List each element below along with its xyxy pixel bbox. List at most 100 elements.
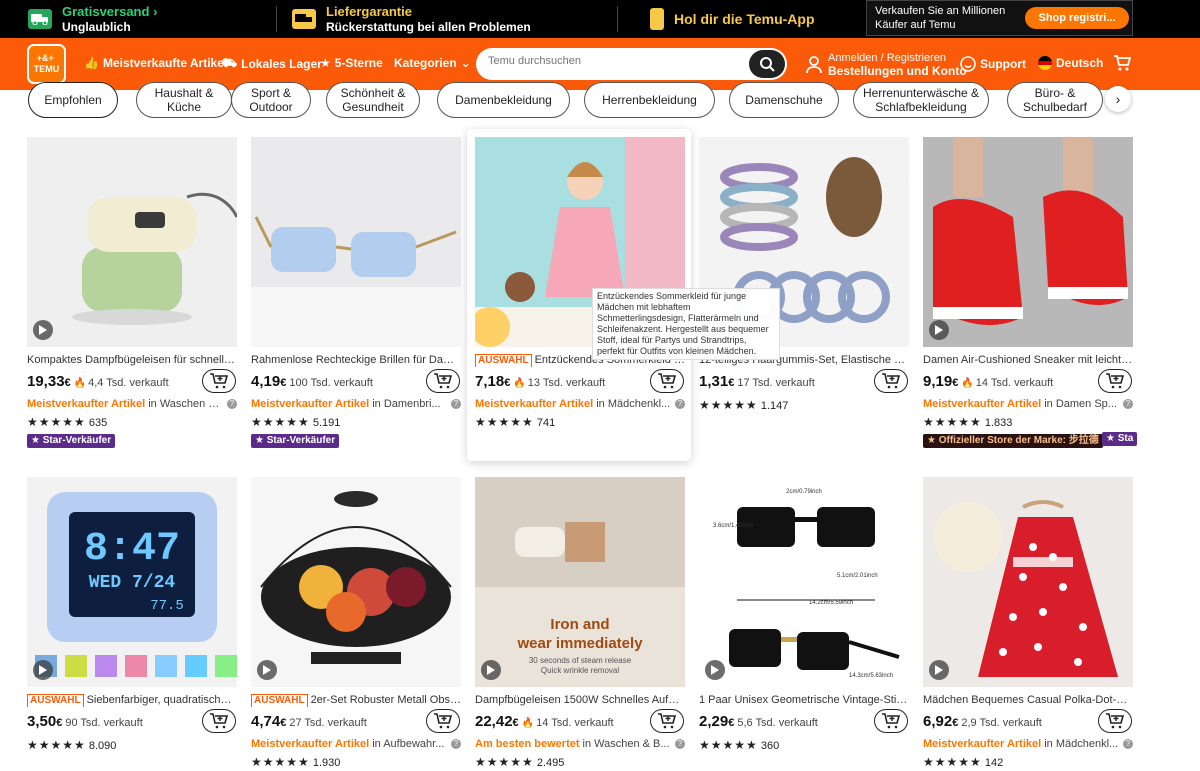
play-video-icon[interactable] [33, 320, 53, 340]
product-card[interactable]: Mädchen Bequemes Casual Polka-Dot-Klei..… [923, 477, 1133, 770]
category-pill[interactable]: Empfohlen [28, 82, 118, 118]
product-card[interactable]: 8:47 WED 7/24 77.5 AUSWAHL Siebenfarbiger, q… [27, 477, 237, 753]
info-icon[interactable]: ? [451, 739, 461, 749]
play-video-icon[interactable] [705, 660, 725, 680]
bestseller-row[interactable]: Meistverkaufter Artikel in Waschen &...? [27, 396, 237, 412]
add-to-cart-button[interactable] [426, 709, 460, 733]
product-image[interactable]: 2cm/0.79inch 3.6cm/1.42inch 5.1cm/2.01inch… [699, 477, 909, 687]
nav-bestsellers[interactable]: 👍 Meistverkaufte Artikel [84, 56, 227, 70]
search-input[interactable] [488, 55, 738, 67]
scroll-right-button[interactable]: › [1105, 86, 1131, 112]
category-pill[interactable]: Schönheit & Gesundheit [326, 82, 420, 118]
product-title-row[interactable]: 1 Paar Unisex Geometrische Vintage-Stil … [699, 693, 909, 707]
price-currency: € [280, 377, 287, 389]
product-card[interactable]: 12-teiliges Haargummis-Set, Elastische P… [699, 137, 909, 413]
seller-badge[interactable]: ★ Offizieller Store der Marke: 步拉德 [923, 434, 1103, 448]
review-count: 2.495 [536, 757, 565, 769]
product-title-row[interactable]: Rahmenlose Rechteckige Brillen für Damen… [251, 353, 461, 367]
seller-badge[interactable]: ★ Star-Verkäufer [251, 434, 340, 448]
category-pill[interactable]: Herrenunterwäsche & Schlafbekleidung [853, 82, 989, 118]
add-to-cart-button[interactable] [426, 369, 460, 393]
play-video-icon[interactable] [929, 320, 949, 340]
sold-count: 🔥 4,4 Tsd. verkauft [74, 377, 169, 389]
flame-icon: 🔥 [513, 378, 526, 389]
delivery-guarantee-promo[interactable]: Liefergarantie Rückerstattung bei allen … [292, 0, 531, 38]
account-menu[interactable]: Anmelden / Registrieren Bestellungen und… [806, 52, 967, 78]
add-to-cart-button[interactable] [1098, 709, 1132, 733]
review-count: 1.930 [312, 757, 341, 769]
info-icon[interactable]: ? [1123, 739, 1133, 749]
info-icon[interactable]: ? [675, 739, 685, 749]
free-shipping-promo[interactable]: Gratisversand › Unglaublich [28, 0, 157, 38]
add-to-cart-button[interactable] [874, 709, 908, 733]
free-shipping-subtitle: Unglaublich [62, 19, 131, 34]
product-card[interactable]: AUSWAHL Entzückendes Sommerkleid für ... 7… [475, 137, 685, 430]
add-to-cart-button[interactable] [1098, 369, 1132, 393]
add-to-cart-button[interactable] [874, 369, 908, 393]
bestseller-category: in Mädchenkl... [596, 398, 671, 410]
bestseller-category: in Damen Sp... [1044, 398, 1117, 410]
category-pill[interactable]: Damenschuhe [729, 82, 839, 118]
nav-local-warehouse[interactable]: ⛟ Lokales Lager [222, 56, 322, 72]
info-icon[interactable]: ? [227, 399, 237, 409]
play-video-icon[interactable] [929, 660, 949, 680]
play-video-icon[interactable] [33, 660, 53, 680]
bestseller-label: Meistverkaufter Artikel [251, 738, 370, 750]
product-card[interactable]: AUSWAHL 2er-Set Robuster Metall Obstk... 4… [251, 477, 461, 770]
product-title-row[interactable]: AUSWAHL Siebenfarbiger, quadratischer ... [27, 693, 237, 707]
product-image[interactable] [923, 137, 1133, 347]
nav-five-stars[interactable]: ★ 5-Sterne [320, 56, 383, 70]
product-title-row[interactable]: Kompaktes Dampfbügeleisen für schnelle .… [27, 353, 237, 367]
product-title-row[interactable]: Damen Air-Cushioned Sneaker mit leichter… [923, 353, 1133, 367]
play-video-icon[interactable] [481, 660, 501, 680]
seller-banner[interactable]: Verkaufen Sie an Millionen Käufer auf Te… [866, 0, 1133, 36]
cart-button[interactable] [1113, 55, 1131, 71]
bestseller-row[interactable]: Meistverkaufter Artikel in Aufbewahr...? [251, 736, 461, 752]
price-currency: € [952, 717, 959, 729]
play-video-icon[interactable] [257, 660, 277, 680]
product-title-row[interactable]: Mädchen Bequemes Casual Polka-Dot-Klei..… [923, 693, 1133, 707]
search-button[interactable] [749, 50, 785, 78]
category-pill[interactable]: Sport & Outdoor [231, 82, 311, 118]
product-card[interactable]: Rahmenlose Rechteckige Brillen für Damen… [251, 137, 461, 448]
support-label: Support [980, 57, 1026, 71]
add-to-cart-button[interactable] [202, 369, 236, 393]
product-title-row[interactable]: Dampfbügeleisen 1500W Schnelles Aufhei..… [475, 693, 685, 707]
price-currency: € [56, 717, 63, 729]
app-promo[interactable]: Hol dir die Temu-App [650, 0, 815, 38]
bestseller-row[interactable]: Meistverkaufter Artikel in Damen Sp...? [923, 396, 1133, 412]
product-card[interactable]: Kompaktes Dampfbügeleisen für schnelle .… [27, 137, 237, 448]
bestseller-row[interactable]: Meistverkaufter Artikel in Mädchenkl...? [475, 396, 685, 412]
category-pill[interactable]: Damenbekleidung [437, 82, 570, 118]
rating-row: ★★★★★ 360 [699, 737, 909, 753]
category-pill[interactable]: Büro- & Schulbedarf [1007, 82, 1103, 118]
support-link[interactable]: Support [960, 56, 1026, 72]
register-shop-button[interactable]: Shop registri... [1025, 7, 1129, 29]
product-image[interactable] [27, 137, 237, 347]
product-image[interactable] [251, 477, 461, 687]
product-image[interactable] [251, 137, 461, 347]
product-image[interactable] [923, 477, 1133, 687]
info-icon[interactable]: ? [1123, 399, 1133, 409]
bestseller-row[interactable]: Am besten bewertet in Waschen & B...? [475, 736, 685, 752]
language-select[interactable]: Deutsch [1038, 56, 1103, 70]
product-title-row[interactable]: AUSWAHL 2er-Set Robuster Metall Obstk... [251, 693, 461, 707]
bestseller-row[interactable]: Meistverkaufter Artikel in Damenbri...? [251, 396, 461, 412]
info-icon[interactable]: ? [451, 399, 461, 409]
product-card[interactable]: Iron and wear immediately 30 seconds of st… [475, 477, 685, 770]
bestseller-row[interactable]: Meistverkaufter Artikel in Mädchenkl...? [923, 736, 1133, 752]
temu-logo[interactable]: +&+ TEMU [27, 44, 66, 84]
product-card[interactable]: Damen Air-Cushioned Sneaker mit leichter… [923, 137, 1133, 448]
category-pill[interactable]: Haushalt & Küche [136, 82, 232, 118]
product-image[interactable]: Iron and wear immediately 30 seconds of st… [475, 477, 685, 687]
seller-text-line1: Verkaufen Sie an Millionen [875, 5, 1006, 17]
category-pill[interactable]: Herrenbekleidung [584, 82, 715, 118]
nav-categories[interactable]: Kategorien ⌄ [394, 56, 471, 70]
info-icon[interactable]: ? [675, 399, 685, 409]
add-to-cart-button[interactable] [202, 709, 236, 733]
product-card[interactable]: 2cm/0.79inch 3.6cm/1.42inch 5.1cm/2.01inch… [699, 477, 909, 753]
product-image[interactable]: 8:47 WED 7/24 77.5 [27, 477, 237, 687]
add-to-cart-button[interactable] [650, 369, 684, 393]
seller-badge[interactable]: ★ Star-Verkäufer [27, 434, 116, 448]
add-to-cart-button[interactable] [650, 709, 684, 733]
